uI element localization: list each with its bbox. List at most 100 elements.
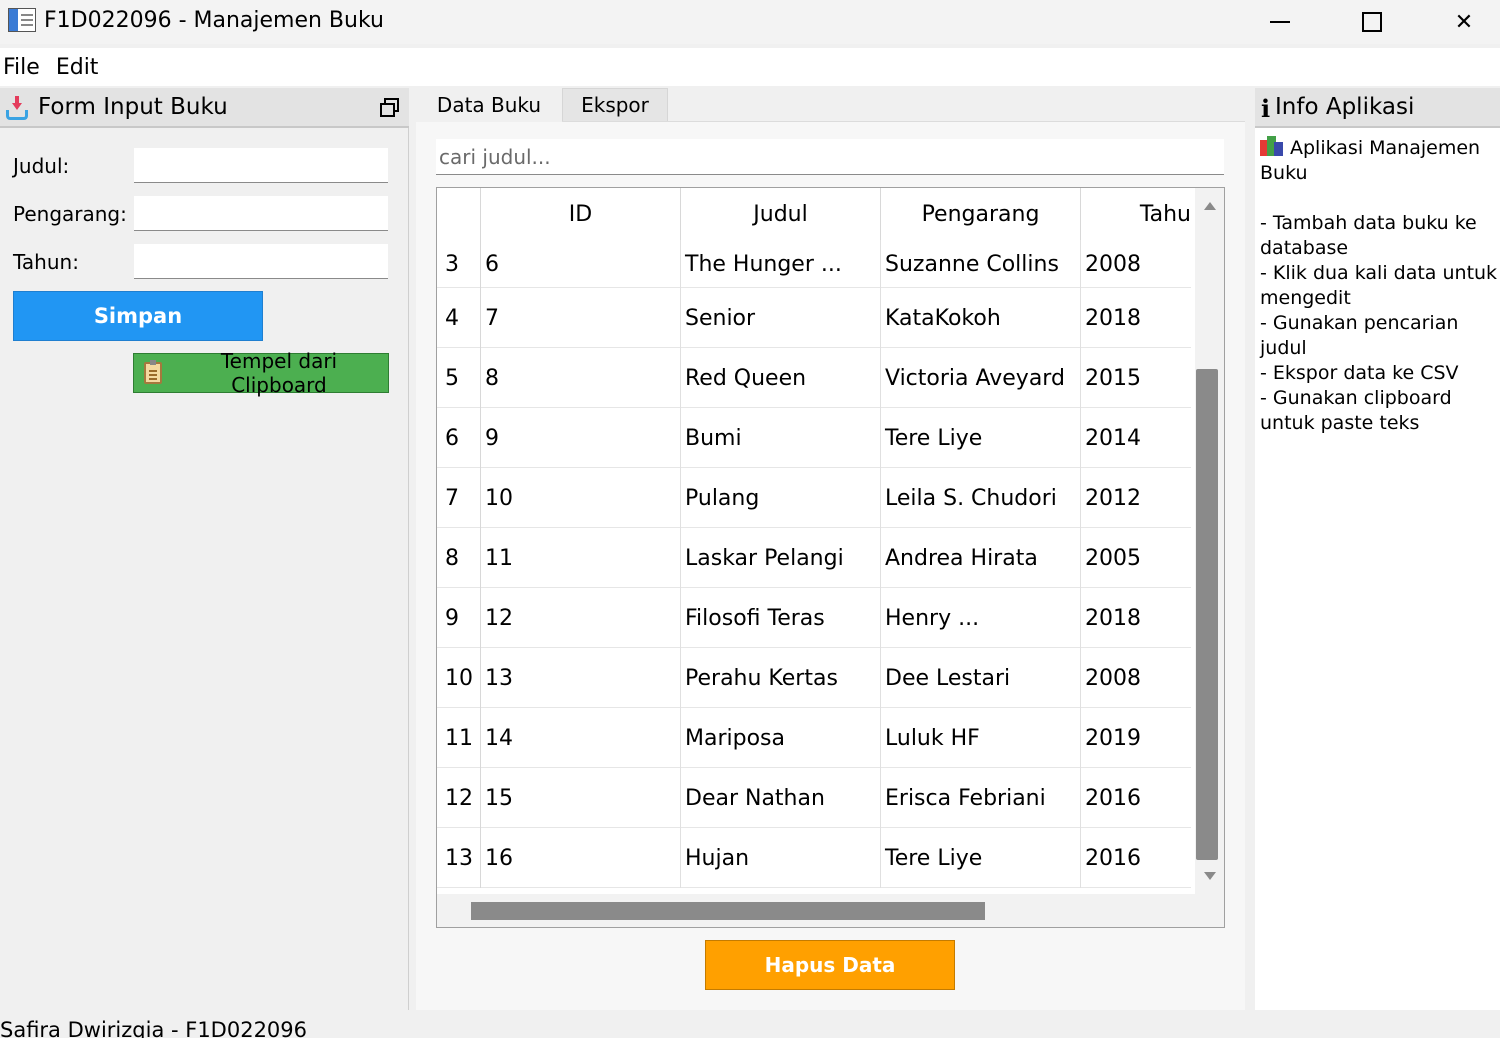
maximize-icon — [1362, 12, 1382, 32]
cell-judul[interactable]: Hujan — [681, 828, 881, 888]
maximize-button[interactable] — [1326, 0, 1418, 44]
cell-judul[interactable]: Pulang — [681, 468, 881, 528]
table-row[interactable]: 12 15 Dear Nathan Erisca Febriani 2016 — [437, 768, 1191, 828]
cell-judul[interactable]: Perahu Kertas — [681, 648, 881, 708]
dock-float-button[interactable] — [380, 98, 399, 117]
horizontal-scroll-thumb[interactable] — [471, 902, 985, 920]
info-item: - Gunakan pencarian judul — [1260, 312, 1459, 359]
cell-id[interactable]: 11 — [481, 528, 681, 588]
cell-judul[interactable]: Red Queen — [681, 348, 881, 408]
column-header-pengarang[interactable]: Pengarang — [881, 188, 1081, 240]
save-button[interactable]: Simpan — [13, 291, 263, 341]
cell-judul[interactable]: Laskar Pelangi — [681, 528, 881, 588]
cell-tahun[interactable]: 2008 — [1081, 240, 1191, 288]
cell-tahun[interactable]: 2012 — [1081, 468, 1191, 528]
cell-pengarang[interactable]: Luluk HF — [881, 708, 1081, 768]
table-row[interactable]: 6 9 Bumi Tere Liye 2014 — [437, 408, 1191, 468]
cell-tahun[interactable]: 2016 — [1081, 768, 1191, 828]
cell-tahun[interactable]: 2016 — [1081, 828, 1191, 888]
cell-tahun[interactable]: 2018 — [1081, 288, 1191, 348]
horizontal-scrollbar[interactable] — [437, 894, 1224, 927]
tahun-input[interactable] — [134, 244, 388, 279]
table-row[interactable]: 4 7 Senior KataKokoh 2018 — [437, 288, 1191, 348]
column-header-tahun[interactable]: Tahu — [1081, 188, 1191, 240]
table-row[interactable]: 11 14 Mariposa Luluk HF 2019 — [437, 708, 1191, 768]
cell-pengarang[interactable]: KataKokoh — [881, 288, 1081, 348]
pengarang-input[interactable] — [134, 196, 388, 231]
cell-id[interactable]: 8 — [481, 348, 681, 408]
tab-data-buku[interactable]: Data Buku — [416, 88, 562, 122]
cell-pengarang[interactable]: Henry ... — [881, 588, 1081, 648]
cell-id[interactable]: 15 — [481, 768, 681, 828]
cell-tahun[interactable]: 2018 — [1081, 588, 1191, 648]
cell-pengarang[interactable]: Erisca Febriani — [881, 768, 1081, 828]
row-number[interactable]: 7 — [437, 468, 481, 528]
minimize-button[interactable] — [1234, 0, 1326, 44]
menu-file[interactable]: File — [3, 55, 40, 80]
judul-input[interactable] — [134, 148, 388, 183]
cell-tahun[interactable]: 2008 — [1081, 648, 1191, 708]
row-number[interactable]: 6 — [437, 408, 481, 468]
row-number[interactable]: 13 — [437, 828, 481, 888]
cell-pengarang[interactable]: Andrea Hirata — [881, 528, 1081, 588]
cell-judul[interactable]: Dear Nathan — [681, 768, 881, 828]
vertical-scroll-thumb[interactable] — [1196, 369, 1218, 860]
cell-id[interactable]: 10 — [481, 468, 681, 528]
cell-pengarang[interactable]: Dee Lestari — [881, 648, 1081, 708]
cell-pengarang[interactable]: Victoria Aveyard — [881, 348, 1081, 408]
column-header-id[interactable]: ID — [481, 188, 681, 240]
row-number[interactable]: 5 — [437, 348, 481, 408]
status-bar: Safira Dwirizqia - F1D022096 — [0, 1010, 1500, 1038]
row-number[interactable]: 12 — [437, 768, 481, 828]
tab-ekspor[interactable]: Ekspor — [562, 88, 668, 121]
row-number[interactable]: 8 — [437, 528, 481, 588]
cell-pengarang[interactable]: Leila S. Chudori — [881, 468, 1081, 528]
cell-tahun[interactable]: 2019 — [1081, 708, 1191, 768]
table-row[interactable]: 9 12 Filosofi Teras Henry ... 2018 — [437, 588, 1191, 648]
scroll-down-icon[interactable] — [1204, 872, 1216, 880]
cell-id[interactable]: 16 — [481, 828, 681, 888]
cell-id[interactable]: 9 — [481, 408, 681, 468]
table-row[interactable]: 8 11 Laskar Pelangi Andrea Hirata 2005 — [437, 528, 1191, 588]
cell-id[interactable]: 6 — [481, 240, 681, 288]
row-number[interactable]: 11 — [437, 708, 481, 768]
cell-judul[interactable]: Bumi — [681, 408, 881, 468]
table-row[interactable]: 3 6 The Hunger ... Suzanne Collins 2008 — [437, 240, 1191, 288]
table-row[interactable]: 13 16 Hujan Tere Liye 2016 — [437, 828, 1191, 888]
cell-judul[interactable]: Mariposa — [681, 708, 881, 768]
delete-button[interactable]: Hapus Data — [705, 940, 955, 990]
cell-pengarang[interactable]: Tere Liye — [881, 408, 1081, 468]
paste-clipboard-button[interactable]: Tempel dari Clipboard — [133, 349, 389, 397]
column-header-judul[interactable]: Judul — [681, 188, 881, 240]
table-row[interactable]: 10 13 Perahu Kertas Dee Lestari 2008 — [437, 648, 1191, 708]
close-button[interactable]: ✕ — [1418, 0, 1500, 44]
cell-judul[interactable]: Senior — [681, 288, 881, 348]
search-input[interactable] — [436, 139, 1224, 175]
scroll-up-icon[interactable] — [1204, 202, 1216, 210]
cell-judul[interactable]: The Hunger ... — [681, 240, 881, 288]
cell-tahun[interactable]: 2014 — [1081, 408, 1191, 468]
close-icon: ✕ — [1454, 9, 1474, 35]
cell-id[interactable]: 7 — [481, 288, 681, 348]
table-corner[interactable] — [437, 188, 481, 240]
vertical-scrollbar[interactable] — [1195, 188, 1224, 894]
info-icon: i — [1261, 94, 1271, 123]
cell-pengarang[interactable]: Suzanne Collins — [881, 240, 1081, 288]
table-header: ID Judul Pengarang Tahu — [437, 188, 1191, 240]
pengarang-label: Pengarang: — [13, 202, 127, 226]
cell-id[interactable]: 13 — [481, 648, 681, 708]
table-row[interactable]: 5 8 Red Queen Victoria Aveyard 2015 — [437, 348, 1191, 408]
menu-edit[interactable]: Edit — [56, 55, 99, 80]
row-number[interactable]: 4 — [437, 288, 481, 348]
row-number[interactable]: 3 — [437, 240, 481, 288]
cell-id[interactable]: 14 — [481, 708, 681, 768]
cell-tahun[interactable]: 2005 — [1081, 528, 1191, 588]
table-row[interactable]: 7 10 Pulang Leila S. Chudori 2012 — [437, 468, 1191, 528]
cell-judul[interactable]: Filosofi Teras — [681, 588, 881, 648]
row-number[interactable]: 9 — [437, 588, 481, 648]
cell-id[interactable]: 12 — [481, 588, 681, 648]
info-app-name-text: Aplikasi Manajemen Buku — [1260, 137, 1481, 184]
row-number[interactable]: 10 — [437, 648, 481, 708]
cell-tahun[interactable]: 2015 — [1081, 348, 1191, 408]
cell-pengarang[interactable]: Tere Liye — [881, 828, 1081, 888]
